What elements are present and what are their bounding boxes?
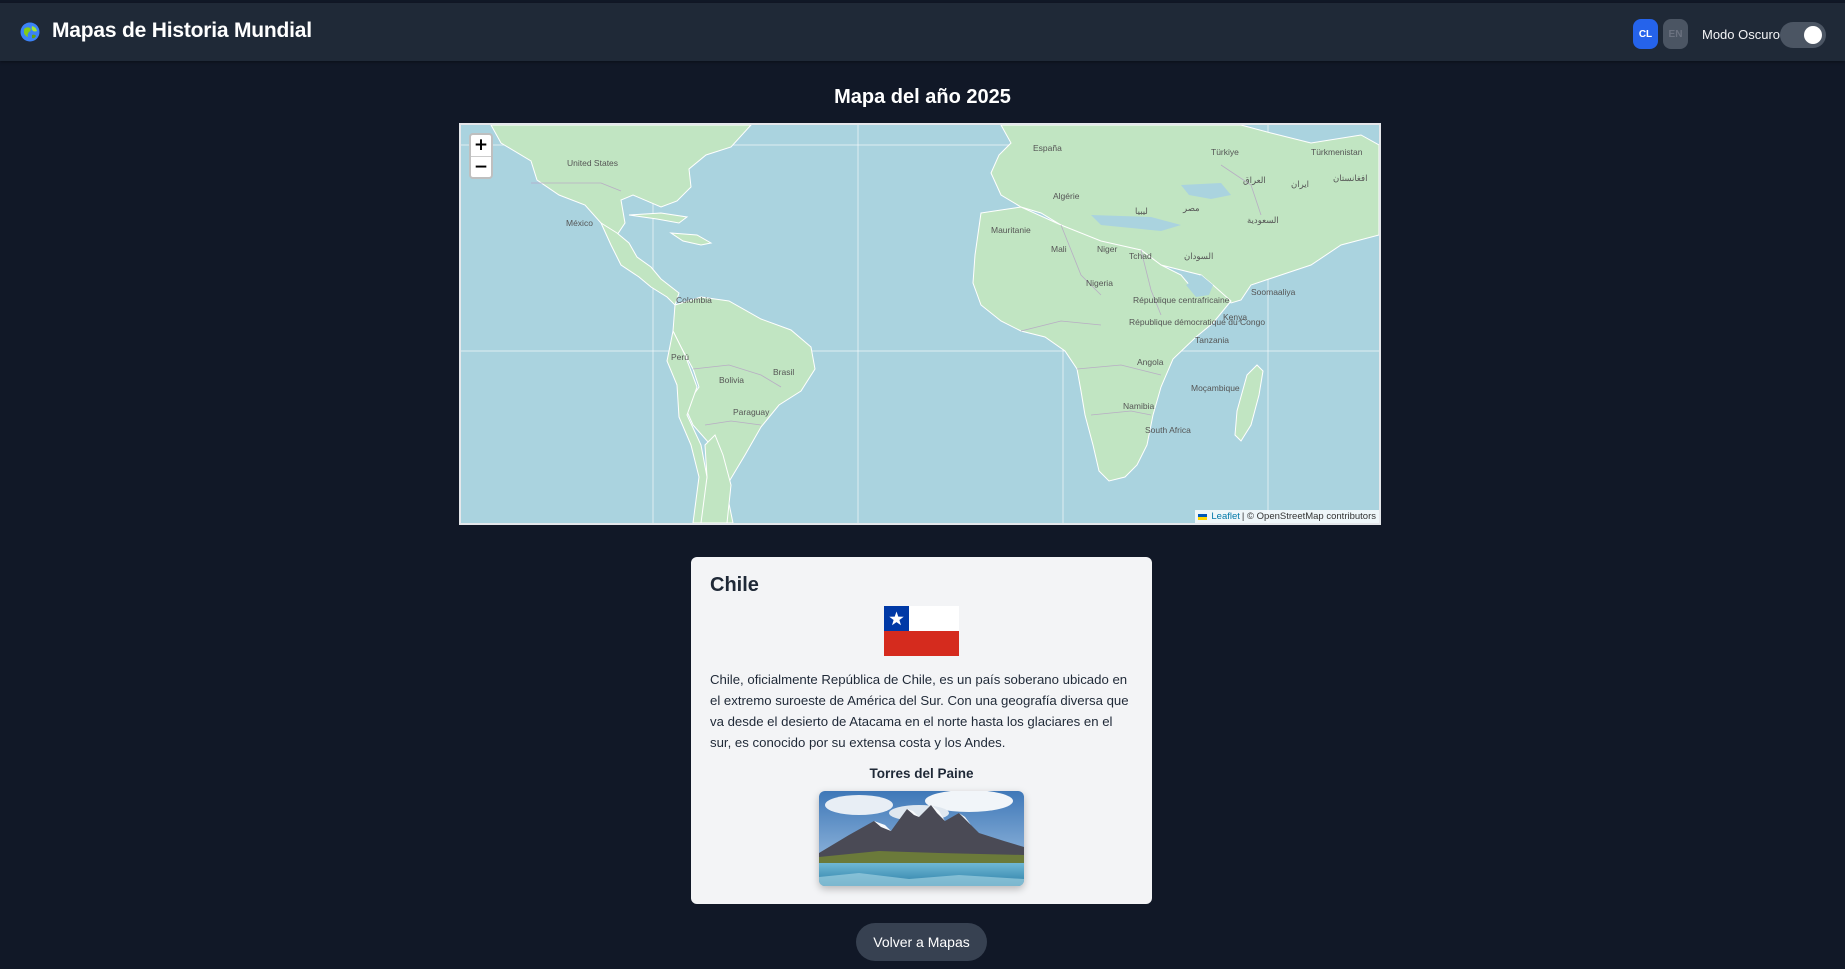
map-label-na: Namibia <box>1123 401 1154 411</box>
map-label-so: Soomaaliya <box>1251 287 1296 297</box>
map-label-td: Tchad <box>1129 251 1152 261</box>
map-label-us: United States <box>567 158 618 168</box>
ukraine-flag-icon <box>1198 513 1208 520</box>
map-label-dz: Algérie <box>1053 191 1080 201</box>
globe-icon <box>20 22 40 42</box>
map-heading: Mapa del año 2025 <box>834 86 1011 108</box>
leaflet-link[interactable]: Leaflet <box>1211 511 1240 522</box>
zoom-in-button[interactable]: + <box>471 135 491 157</box>
map-label-cf: République centrafricaine <box>1133 295 1230 305</box>
map-label-ao: Angola <box>1137 357 1164 367</box>
map-label-cd: République démocratique du Congo <box>1129 317 1265 327</box>
map-label-iq: العراق <box>1243 175 1266 186</box>
country-name: Chile <box>710 574 759 596</box>
map-label-eg: مصر <box>1182 203 1200 214</box>
map-label-ly: ليبيا <box>1135 206 1148 216</box>
top-navbar: Mapas de Historia Mundial CL EN Modo Osc… <box>0 3 1845 61</box>
landmark-image <box>819 791 1024 886</box>
map-label-ng: Nigeria <box>1086 278 1113 288</box>
map-label-mx: México <box>566 218 593 228</box>
toggle-knob <box>1804 26 1822 44</box>
map-label-bo: Bolivia <box>719 375 744 385</box>
map-attribution: Leaflet | © OpenStreetMap contributors <box>1195 510 1379 523</box>
attribution-text: | © OpenStreetMap contributors <box>1241 511 1376 522</box>
country-description: Chile, oficialmente República de Chile, … <box>710 672 1129 750</box>
language-en-button[interactable]: EN <box>1663 19 1688 49</box>
map-label-tm: Türkmenistan <box>1311 147 1363 157</box>
map-label-ne: Niger <box>1097 244 1117 254</box>
country-info-card: Chile Chile, oficialmente República de C… <box>691 557 1152 904</box>
map-label-es: España <box>1033 143 1062 153</box>
map-label-sa: السعودية <box>1247 215 1279 226</box>
map-label-tz: Tanzania <box>1195 335 1229 345</box>
map-label-mz: Moçambique <box>1191 383 1240 393</box>
zoom-out-button[interactable]: − <box>471 157 491 177</box>
map-label-tr: Türkiye <box>1211 147 1239 157</box>
dark-mode-toggle[interactable] <box>1780 22 1826 48</box>
map-label-ir: ایران <box>1291 179 1309 190</box>
map-label-af: افغانستان <box>1333 173 1367 183</box>
dark-mode-label: Modo Oscuro <box>1702 27 1781 42</box>
map-label-pe: Perú <box>671 352 689 362</box>
map-label-za: South Africa <box>1145 425 1191 435</box>
map-label-br: Brasil <box>773 367 794 377</box>
map-label-py: Paraguay <box>733 407 770 417</box>
map-label-mr: Mauritanie <box>991 225 1031 235</box>
landmark-title: Torres del Paine <box>869 766 974 781</box>
chile-flag-icon <box>884 606 959 656</box>
map-tiles[interactable]: United States México Colombia Perú Boliv… <box>461 125 1379 523</box>
map-label-ml: Mali <box>1051 244 1067 254</box>
back-to-maps-button[interactable]: Volver a Mapas <box>856 923 987 961</box>
world-map[interactable]: United States México Colombia Perú Boliv… <box>459 123 1381 525</box>
zoom-control: + − <box>469 133 493 179</box>
language-cl-button[interactable]: CL <box>1633 19 1658 49</box>
app-title: Mapas de Historia Mundial <box>52 19 312 42</box>
map-label-co: Colombia <box>676 295 712 305</box>
map-label-sd: السودان <box>1184 251 1213 262</box>
